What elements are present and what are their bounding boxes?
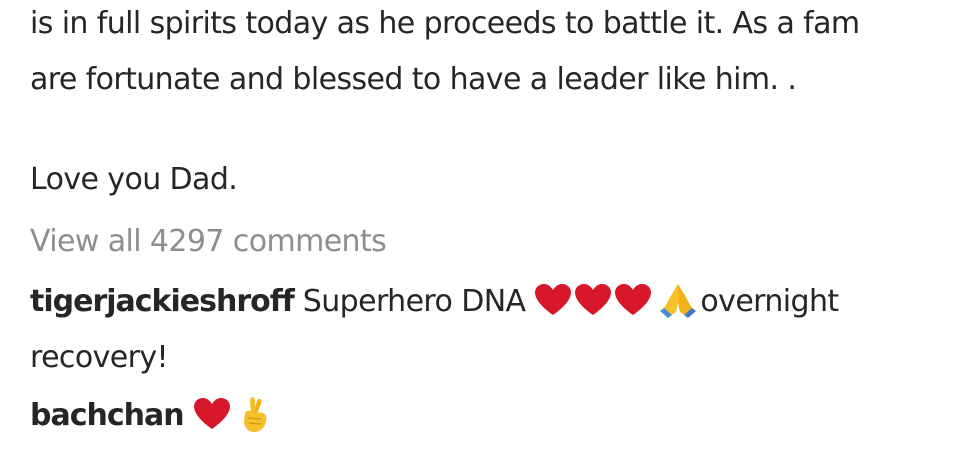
comment: bachchan <box>30 396 271 437</box>
red-heart-icon <box>575 283 612 315</box>
comment-username[interactable]: tigerjackieshroff <box>30 284 295 319</box>
caption-line: is in full spirits today as he proceeds … <box>30 6 860 41</box>
folded-hands-icon <box>660 283 697 318</box>
view-all-comments-link[interactable]: View all 4297 comments <box>30 222 387 262</box>
comment-text: Superhero DNA <box>302 284 526 319</box>
red-heart-icon <box>535 283 572 315</box>
comment-text: overnight <box>700 284 839 319</box>
comment: tigerjackieshroff Superhero DNA overnigh… <box>30 282 839 322</box>
red-heart-icon <box>615 283 652 315</box>
comment-username[interactable]: bachchan <box>30 398 185 433</box>
caption-line: Love you Dad. <box>30 162 238 197</box>
comment-text-continued: recovery! <box>30 340 169 375</box>
caption-line: are fortunate and blessed to have a lead… <box>30 62 797 97</box>
red-heart-icon <box>193 397 230 429</box>
crossed-fingers-icon <box>243 396 266 432</box>
